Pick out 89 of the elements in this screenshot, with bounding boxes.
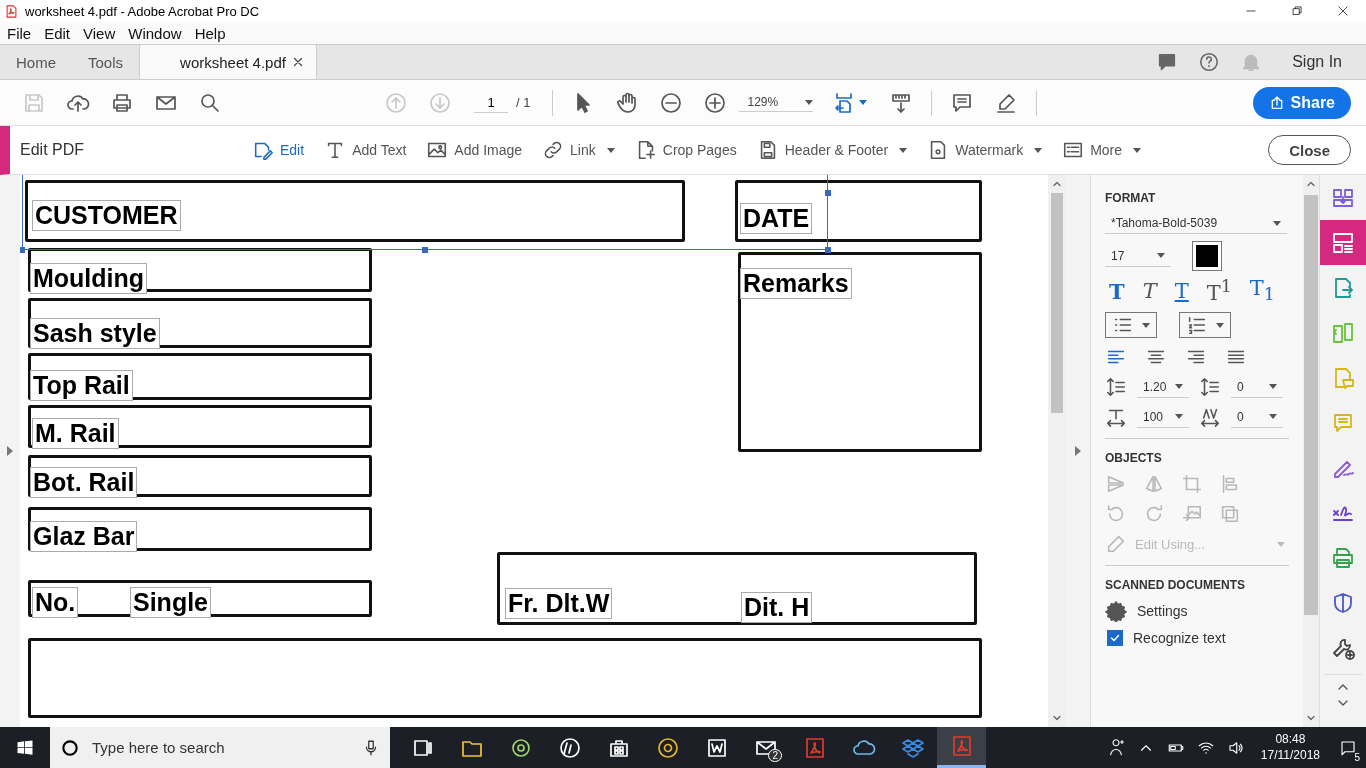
hp-app-icon (557, 735, 582, 760)
settings-icon (1105, 600, 1127, 622)
menu-item[interactable]: Help (189, 24, 231, 42)
resize-handle[interactable] (20, 247, 25, 253)
menu-item[interactable]: Window (123, 24, 187, 42)
text-style-button[interactable]: T$_{1}$ (1249, 278, 1275, 304)
pencil-icon (1105, 533, 1127, 555)
zoom-dropdown[interactable]: 129% (739, 93, 814, 112)
count-badge: 5 (1352, 751, 1362, 763)
clock[interactable]: 08:48 17/11/2018 (1260, 731, 1320, 764)
text-style-button[interactable]: T (1174, 280, 1189, 302)
checkbox[interactable] (1107, 630, 1123, 646)
search-bar[interactable]: Type here to search (50, 727, 390, 768)
line-spacing-icon (1105, 376, 1127, 398)
resize-handle[interactable] (422, 247, 428, 253)
menu-item[interactable]: View (78, 24, 121, 42)
bullet-list-button[interactable] (1105, 312, 1157, 338)
section-title: SCANNED DOCUMENTS (1105, 578, 1246, 592)
scaling-dropdown[interactable]: 100 (1137, 406, 1189, 428)
settings-link[interactable]: Settings (1137, 603, 1188, 619)
caret-icon[interactable] (859, 100, 868, 105)
page-number-field[interactable]: 1 (474, 92, 508, 113)
form-label[interactable]: Remarks (740, 268, 852, 299)
search-field[interactable]: Type here to search (90, 738, 362, 757)
toolbar-button[interactable]: Watermark (927, 139, 1043, 161)
toolbar-button[interactable]: Add Image (426, 139, 523, 161)
collapse-arrow-icon[interactable] (1075, 446, 1081, 456)
resize-handle[interactable] (825, 247, 831, 253)
count-badge: 2 (768, 749, 782, 762)
character-spacing-icon (1199, 406, 1221, 428)
form-label[interactable]: M. Rail (32, 418, 119, 449)
zoom-in-icon[interactable] (703, 90, 728, 115)
resize-handle[interactable] (825, 190, 831, 196)
color-swatch[interactable] (1193, 242, 1221, 270)
section-title: FORMAT (1105, 191, 1157, 205)
form-label[interactable]: Glaz Bar (30, 521, 138, 552)
form-label[interactable]: Sash style (30, 318, 160, 349)
form-label[interactable]: Single (130, 587, 211, 618)
close-button[interactable]: Close (1268, 135, 1351, 165)
form-label[interactable]: Fr. Dlt.W (505, 588, 613, 619)
form-label[interactable]: Bot. Rail (30, 467, 138, 498)
check-icon (1109, 632, 1121, 644)
close-tab-icon[interactable] (292, 56, 305, 68)
tool-title: Edit PDF (20, 141, 85, 159)
taskbar-app[interactable]: 2 (741, 727, 790, 768)
scrollbar-thumb[interactable] (1051, 193, 1063, 413)
help-icon[interactable] (1198, 51, 1221, 73)
browser-icon (655, 735, 680, 760)
menu-item[interactable]: File (2, 24, 37, 42)
notifications-icon[interactable] (1339, 738, 1357, 757)
sign-in-link[interactable]: Sign In (1292, 53, 1342, 71)
circle-icon (60, 737, 80, 758)
form-label[interactable]: Top Rail (30, 370, 133, 401)
form-label[interactable]: DATE (740, 203, 813, 234)
toolbar-button[interactable]: Header & Footer (756, 139, 908, 161)
tab[interactable]: Home (0, 45, 72, 79)
toolbar-button[interactable]: Link (542, 139, 615, 161)
share-button[interactable]: Share (1252, 86, 1351, 119)
tab[interactable]: Tools (72, 45, 140, 79)
text-style-button[interactable]: T$^{1}$ (1206, 278, 1232, 304)
form-label[interactable]: Moulding (30, 263, 148, 294)
zoom-out-icon[interactable] (659, 90, 684, 115)
page-count: / 1 (516, 95, 531, 110)
paragraph-spacing-icon (1199, 376, 1221, 398)
font-size-dropdown[interactable]: 17 (1105, 245, 1171, 267)
form-label[interactable]: CUSTOMER (32, 200, 181, 231)
scrollbar-thumb[interactable] (1304, 195, 1318, 615)
tab[interactable]: worksheet 4.pdf (139, 45, 318, 79)
character-spacing-dropdown[interactable]: 0 (1231, 406, 1283, 428)
font-dropdown[interactable]: *Tahoma-Bold-5039 (1105, 213, 1287, 234)
window-title: worksheet 4.pdf - Adobe Acrobat Pro DC (25, 3, 260, 19)
text-style-button[interactable]: T (1142, 280, 1157, 302)
text-style-button[interactable]: T (1109, 280, 1125, 302)
checkbox-label: Recognize text (1133, 630, 1226, 646)
form-label[interactable]: No. (32, 587, 79, 618)
toolbar-button[interactable]: Crop Pages (634, 139, 737, 161)
numbered-list-icon (1186, 314, 1208, 336)
form-label[interactable]: Dit. H (741, 592, 813, 623)
paragraph-spacing-dropdown[interactable]: 0 (1231, 376, 1283, 398)
tool-button[interactable] (1320, 220, 1366, 265)
toolbar-button[interactable]: Edit (252, 139, 305, 161)
pdf-file-icon (4, 3, 19, 19)
toolbar-button[interactable]: More (1062, 139, 1142, 161)
numbered-list-button[interactable] (1179, 312, 1231, 338)
line-spacing-dropdown[interactable]: 1.20 (1137, 376, 1189, 398)
menu-item[interactable]: Edit (39, 24, 76, 42)
toolbar-button[interactable]: Add Text (324, 139, 407, 161)
expand-arrow-icon[interactable] (7, 446, 13, 456)
section-title: OBJECTS (1105, 451, 1163, 465)
